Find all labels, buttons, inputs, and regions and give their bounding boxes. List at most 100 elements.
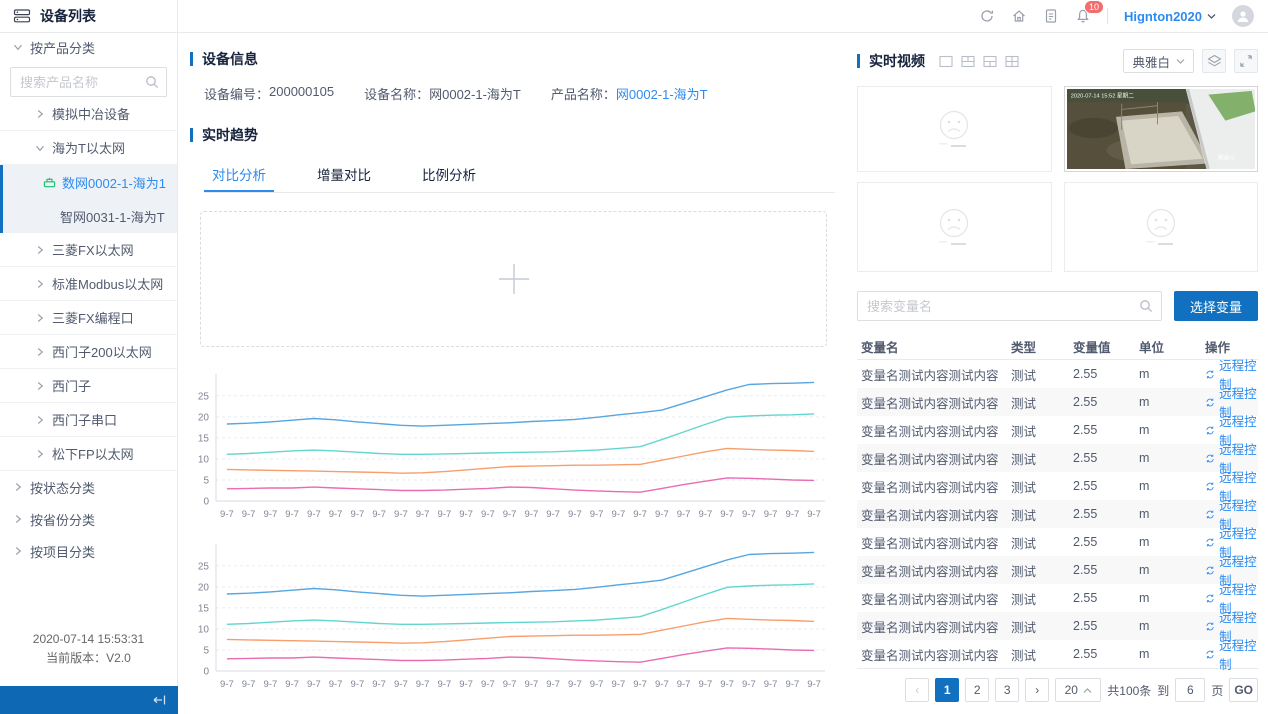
product-search-input[interactable] bbox=[10, 67, 167, 97]
svg-text:9-7: 9-7 bbox=[307, 509, 321, 520]
tab-inactive[interactable]: 比例分析 bbox=[414, 155, 484, 192]
layout-grid-icon[interactable] bbox=[1005, 55, 1019, 68]
user-menu[interactable]: Hignton2020 bbox=[1124, 9, 1216, 24]
cell-value: 2.55 bbox=[1073, 647, 1139, 661]
tree-item-label: 按状态分类 bbox=[30, 478, 95, 497]
theme-select-value: 典雅白 bbox=[1132, 52, 1170, 71]
goto-page-input[interactable] bbox=[1175, 678, 1205, 702]
cell-type: 测试 bbox=[1011, 477, 1073, 496]
svg-text:9-7: 9-7 bbox=[764, 509, 778, 520]
video-slot-empty[interactable] bbox=[857, 86, 1052, 172]
layers-icon bbox=[1207, 54, 1222, 68]
svg-text:9-7: 9-7 bbox=[568, 679, 582, 690]
cell-type: 测试 bbox=[1011, 645, 1073, 664]
layout-three-pane-icon[interactable] bbox=[983, 55, 997, 68]
select-variable-button[interactable]: 选择变量 bbox=[1174, 291, 1258, 321]
fullscreen-button[interactable] bbox=[1234, 49, 1258, 73]
column-header: 类型 bbox=[1011, 337, 1073, 356]
chevron-right-icon bbox=[35, 347, 45, 357]
sidebar-collapse-bar[interactable] bbox=[0, 686, 178, 714]
pagination-go-button[interactable]: GO bbox=[1229, 678, 1258, 702]
sidebar-category-item[interactable]: 标准Modbus以太网 bbox=[0, 267, 177, 301]
svg-text:9-7: 9-7 bbox=[416, 679, 430, 690]
svg-text:9-7: 9-7 bbox=[351, 679, 365, 690]
sidebar-device-item[interactable]: 智网0031-1-海为T bbox=[3, 199, 177, 233]
video-layout-switcher bbox=[939, 55, 1019, 68]
svg-text:9-7: 9-7 bbox=[285, 679, 299, 690]
device-info-field: 设备名称：网0002-1-海为T bbox=[364, 84, 521, 103]
tree-item-label: 数网0002-1-海为1 bbox=[62, 173, 166, 192]
table-row: 变量名测试内容测试内容测试2.55m 远程控制 bbox=[857, 388, 1258, 416]
notifications-bell[interactable]: 10 bbox=[1075, 8, 1091, 24]
svg-text:9-7: 9-7 bbox=[416, 509, 430, 520]
chevron-right-icon bbox=[35, 109, 45, 119]
svg-text:9-7: 9-7 bbox=[677, 509, 691, 520]
column-header: 操作 bbox=[1199, 337, 1258, 356]
sidebar-category-item[interactable]: 西门子串口 bbox=[0, 403, 177, 437]
svg-text:9-7: 9-7 bbox=[459, 509, 473, 520]
svg-text:9-7: 9-7 bbox=[590, 679, 604, 690]
tab-inactive[interactable]: 增量对比 bbox=[309, 155, 379, 192]
cell-variable-name: 变量名测试内容测试内容 bbox=[857, 645, 1011, 664]
cell-type: 测试 bbox=[1011, 617, 1073, 636]
svg-text:9-7: 9-7 bbox=[699, 679, 713, 690]
refresh-icon[interactable] bbox=[979, 8, 995, 24]
remote-control-link[interactable]: 远程控制 bbox=[1205, 635, 1258, 673]
pagination-page-1[interactable]: 1 bbox=[935, 678, 959, 702]
sidebar-category-item[interactable]: 西门子200以太网 bbox=[0, 335, 177, 369]
avatar[interactable] bbox=[1232, 5, 1254, 27]
sidebar-group-item[interactable]: 按项目分类 bbox=[0, 535, 177, 567]
chevron-down-icon bbox=[13, 42, 23, 52]
cell-value: 2.55 bbox=[1073, 591, 1139, 605]
header-divider bbox=[1107, 8, 1108, 24]
layout-two-pane-icon[interactable] bbox=[961, 55, 975, 68]
sidebar-category-item[interactable]: 三菱FX编程口 bbox=[0, 301, 177, 335]
svg-text:9-7: 9-7 bbox=[807, 679, 821, 690]
tab-active[interactable]: 对比分析 bbox=[204, 155, 274, 192]
document-icon[interactable] bbox=[1043, 8, 1059, 24]
cell-unit: m bbox=[1139, 451, 1199, 465]
video-feed[interactable]: 2020-07-14 15:52 星期二 通道01 bbox=[1064, 86, 1259, 172]
sidebar-category-item[interactable]: 三菱FX以太网 bbox=[0, 233, 177, 267]
add-chart-dropzone[interactable] bbox=[200, 211, 827, 347]
variables-table-rows: 变量名测试内容测试内容测试2.55m 远程控制变量名测试内容测试内容测试2.55… bbox=[857, 360, 1258, 668]
selected-device-group: 数网0002-1-海为1 智网0031-1-海为T bbox=[0, 165, 177, 233]
page-size-select[interactable]: 20 bbox=[1055, 678, 1101, 702]
chevron-right-icon bbox=[13, 514, 23, 524]
cell-variable-name: 变量名测试内容测试内容 bbox=[857, 589, 1011, 608]
field-value-link[interactable]: 网0002-1-海为T bbox=[616, 84, 708, 103]
pagination-page-3[interactable]: 3 bbox=[995, 678, 1019, 702]
sidebar-group-item[interactable]: 按状态分类 bbox=[0, 471, 177, 503]
pagination-page-2[interactable]: 2 bbox=[965, 678, 989, 702]
layers-button[interactable] bbox=[1202, 49, 1226, 73]
layout-single-icon[interactable] bbox=[939, 55, 953, 68]
svg-text:9-7: 9-7 bbox=[590, 509, 604, 520]
field-label: 设备编号： bbox=[204, 84, 269, 103]
top-header: 10 Hignton2020 bbox=[178, 0, 1268, 33]
sidebar-category-item[interactable]: 西门子 bbox=[0, 369, 177, 403]
sidebar-category-item[interactable]: 模拟中冶设备 bbox=[0, 97, 177, 131]
video-slot-empty[interactable] bbox=[857, 182, 1052, 272]
svg-text:9-7: 9-7 bbox=[655, 509, 669, 520]
svg-text:9-7: 9-7 bbox=[633, 509, 647, 520]
sidebar-group-item[interactable]: 按省份分类 bbox=[0, 503, 177, 535]
pagination-prev[interactable]: ‹ bbox=[905, 678, 929, 702]
sidebar-category-item[interactable]: 海为T以太网 bbox=[0, 131, 177, 165]
tree-item-label: 按产品分类 bbox=[30, 38, 95, 57]
theme-select[interactable]: 典雅白 bbox=[1123, 49, 1194, 73]
svg-text:9-7: 9-7 bbox=[372, 509, 386, 520]
username: Hignton2020 bbox=[1124, 9, 1202, 24]
table-row: 变量名测试内容测试内容测试2.55m 远程控制 bbox=[857, 584, 1258, 612]
table-row: 变量名测试内容测试内容测试2.55m 远程控制 bbox=[857, 640, 1258, 668]
video-slot-empty[interactable] bbox=[1064, 182, 1259, 272]
sidebar-group-item[interactable]: 按产品分类 bbox=[0, 33, 177, 61]
cell-type: 测试 bbox=[1011, 421, 1073, 440]
pagination-next[interactable]: › bbox=[1025, 678, 1049, 702]
sidebar-category-item[interactable]: 松下FP以太网 bbox=[0, 437, 177, 471]
svg-text:9-7: 9-7 bbox=[503, 679, 517, 690]
sidebar-device-item-selected[interactable]: 数网0002-1-海为1 bbox=[3, 165, 177, 199]
svg-text:9-7: 9-7 bbox=[525, 509, 539, 520]
variable-search-input[interactable] bbox=[857, 291, 1162, 321]
chevron-right-icon bbox=[35, 279, 45, 289]
home-icon[interactable] bbox=[1011, 8, 1027, 24]
